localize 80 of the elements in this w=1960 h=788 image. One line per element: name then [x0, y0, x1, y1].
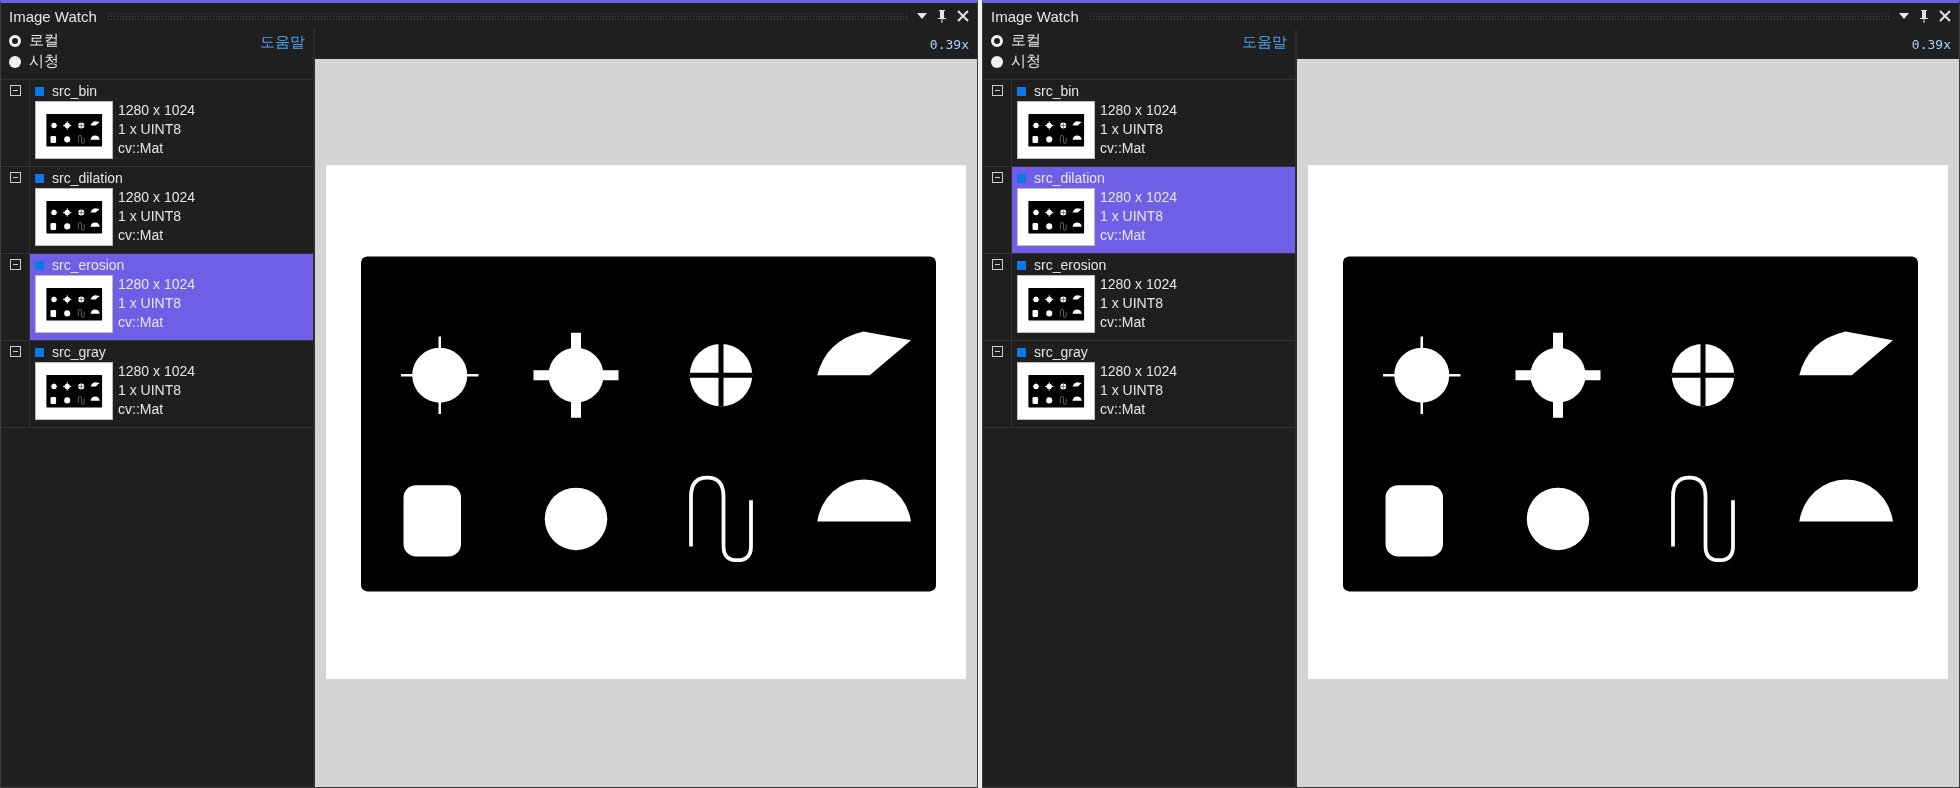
image-size: 1280 x 1024 — [1100, 188, 1178, 207]
collapse-icon[interactable] — [991, 172, 1003, 183]
variable-icon — [35, 173, 44, 183]
radio-label: 로컬 — [1011, 31, 1041, 50]
close-icon[interactable] — [957, 10, 969, 22]
image-type: 1 x UINT8 — [1100, 381, 1164, 400]
image-size: 1280 x 1024 — [1100, 362, 1178, 381]
variable-name: src_bin — [52, 83, 98, 99]
image-size: 1280 x 1024 — [118, 362, 196, 381]
collapse-icon[interactable] — [9, 85, 21, 96]
radio-button[interactable] — [9, 55, 21, 68]
radio-label: 시청 — [1011, 52, 1041, 71]
collapse-icon[interactable] — [991, 85, 1003, 96]
zoom-level: 0.39x — [929, 36, 969, 52]
pin-icon[interactable] — [1919, 9, 1929, 23]
variable-icon — [1017, 86, 1026, 96]
image-type: 1 x UINT8 — [1100, 120, 1164, 139]
variable-icon — [1017, 260, 1026, 270]
image-class: cv::Mat — [1100, 313, 1147, 332]
radio-button[interactable] — [9, 34, 21, 47]
radio-label: 로컬 — [29, 31, 59, 50]
radio-option[interactable]: 로컬 — [991, 31, 1041, 50]
variable-name: src_erosion — [52, 257, 125, 273]
image-list-item[interactable]: src_bin 1280 x 1024 1 x UINT8 cv::Mat — [30, 80, 313, 166]
image-class: cv::Mat — [1100, 400, 1147, 419]
variable-icon — [35, 86, 44, 96]
variable-icon — [35, 260, 44, 270]
image-class: cv::Mat — [1100, 139, 1147, 158]
panel-title: Image Watch — [9, 7, 97, 25]
image-size: 1280 x 1024 — [1100, 275, 1178, 294]
image-class: cv::Mat — [118, 313, 165, 332]
close-icon[interactable] — [1939, 10, 1951, 22]
image-list-item[interactable]: src_gray 1280 x 1024 1 x UINT8 cv::Mat — [30, 341, 313, 427]
image-list-item[interactable]: src_dilation 1280 x 1024 1 x UINT8 cv::Mat — [30, 167, 313, 253]
help-link[interactable]: 도움말 — [260, 33, 305, 79]
image-type: 1 x UINT8 — [118, 120, 182, 139]
variable-name: src_erosion — [1034, 257, 1107, 273]
image-size: 1280 x 1024 — [118, 188, 196, 207]
image-class: cv::Mat — [118, 139, 165, 158]
image-size: 1280 x 1024 — [1100, 101, 1178, 120]
radio-option[interactable]: 로컬 — [9, 31, 59, 50]
collapse-icon[interactable] — [991, 346, 1003, 357]
collapse-icon[interactable] — [9, 346, 21, 357]
zoom-level: 0.39x — [1911, 36, 1951, 52]
image-size: 1280 x 1024 — [118, 101, 196, 120]
variable-icon — [1017, 173, 1026, 183]
radio-button[interactable] — [991, 34, 1003, 47]
image-list-item[interactable]: src_erosion 1280 x 1024 1 x UINT8 cv::Mat — [30, 254, 313, 340]
image-list-item[interactable]: src_erosion 1280 x 1024 1 x UINT8 cv::Mat — [1012, 254, 1295, 340]
collapse-icon[interactable] — [9, 259, 21, 270]
variable-name: src_gray — [52, 344, 106, 360]
image-list-item[interactable]: src_dilation 1280 x 1024 1 x UINT8 cv::Mat — [1012, 167, 1295, 253]
image-size: 1280 x 1024 — [118, 275, 196, 294]
panel-title: Image Watch — [991, 7, 1079, 25]
image-type: 1 x UINT8 — [118, 294, 182, 313]
variable-icon — [35, 347, 44, 357]
variable-name: src_bin — [1034, 83, 1080, 99]
variable-icon — [1017, 347, 1026, 357]
variable-name: src_dilation — [52, 170, 123, 186]
variable-name: src_gray — [1034, 344, 1088, 360]
variable-name: src_dilation — [1034, 170, 1105, 186]
collapse-icon[interactable] — [991, 259, 1003, 270]
image-type: 1 x UINT8 — [1100, 294, 1164, 313]
collapse-icon[interactable] — [9, 172, 21, 183]
image-list-item[interactable]: src_gray 1280 x 1024 1 x UINT8 cv::Mat — [1012, 341, 1295, 427]
radio-button[interactable] — [991, 55, 1003, 68]
pin-icon[interactable] — [937, 9, 947, 23]
image-type: 1 x UINT8 — [118, 207, 182, 226]
radio-option[interactable]: 시청 — [991, 52, 1041, 71]
image-class: cv::Mat — [118, 400, 165, 419]
radio-option[interactable]: 시청 — [9, 52, 59, 71]
image-type: 1 x UINT8 — [1100, 207, 1164, 226]
image-class: cv::Mat — [118, 226, 165, 245]
dropdown-icon[interactable] — [917, 13, 927, 19]
image-list-item[interactable]: src_bin 1280 x 1024 1 x UINT8 cv::Mat — [1012, 80, 1295, 166]
help-link[interactable]: 도움말 — [1242, 33, 1287, 79]
dropdown-icon[interactable] — [1899, 13, 1909, 19]
image-class: cv::Mat — [1100, 226, 1147, 245]
radio-label: 시청 — [29, 52, 59, 71]
image-type: 1 x UINT8 — [118, 381, 182, 400]
